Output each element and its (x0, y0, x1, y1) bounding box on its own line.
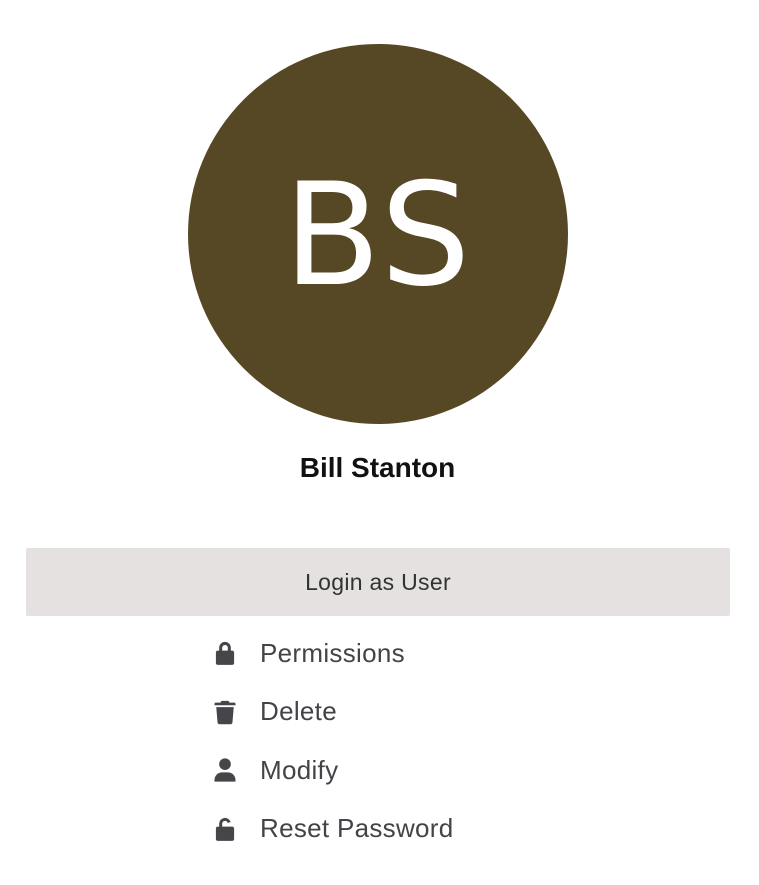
user-name: Bill Stanton (299, 452, 456, 483)
action-label: Modify (260, 754, 339, 785)
action-label: Permissions (260, 637, 405, 668)
avatar: BS (188, 44, 568, 424)
login-as-user-button[interactable]: Login as User (26, 548, 730, 616)
action-label: Delete (260, 696, 337, 726)
action-permissions[interactable]: Permissions (210, 630, 454, 676)
avatar-initials: BS (283, 153, 473, 318)
action-delete[interactable]: Delete (210, 689, 454, 735)
trash-icon (210, 697, 240, 727)
user-actions-list: Permissions Delete Modify Reset Password (210, 630, 454, 864)
action-modify[interactable]: Modify (210, 747, 454, 793)
action-reset-password[interactable]: Reset Password (210, 806, 454, 852)
action-label: Reset Password (260, 813, 454, 843)
lock-icon (210, 638, 240, 668)
user-icon (210, 755, 240, 785)
unlock-icon (210, 814, 240, 844)
